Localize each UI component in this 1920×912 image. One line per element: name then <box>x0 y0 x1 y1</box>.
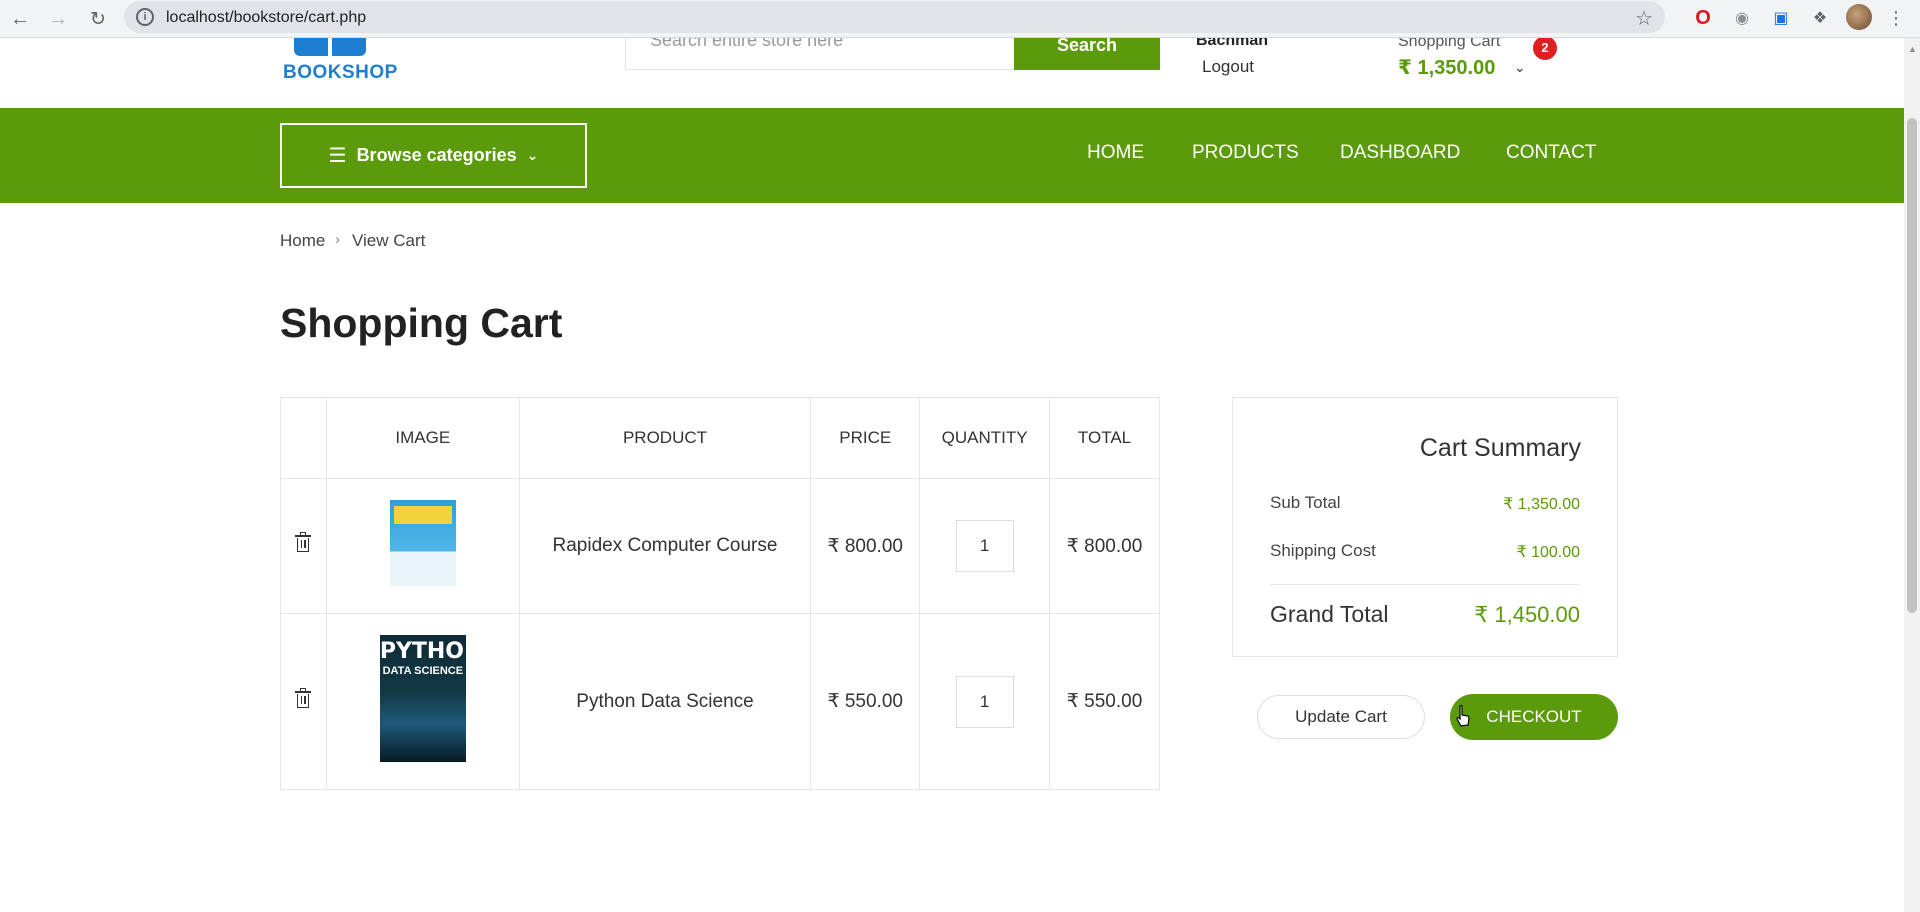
bookmark-star-icon[interactable]: ☆ <box>1635 6 1653 31</box>
logo[interactable]: BOOKSHOP <box>283 62 398 84</box>
grand-total-label: Grand Total <box>1270 601 1389 627</box>
shipping-value: ₹ 100.00 <box>1516 544 1580 561</box>
search-placeholder: Search entire store here <box>650 38 844 50</box>
sub-total-label: Sub Total <box>1270 493 1341 512</box>
nav-products[interactable]: PRODUCTS <box>1192 142 1299 164</box>
logo-book-icon[interactable] <box>294 38 366 56</box>
product-image-rapidex[interactable] <box>389 500 456 586</box>
back-icon[interactable]: ← <box>7 6 33 32</box>
cart-summary: Cart Summary Sub Total ₹ 1,350.00 Shippi… <box>1232 397 1618 657</box>
breadcrumb-current: View Cart <box>352 231 426 250</box>
image-cell <box>325 478 520 614</box>
trash-icon[interactable] <box>295 532 312 552</box>
shipping-label: Shipping Cost <box>1270 541 1376 560</box>
nav-dashboard[interactable]: DASHBOARD <box>1340 142 1460 164</box>
remove-cell <box>280 613 327 790</box>
summary-divider <box>1270 584 1580 585</box>
search-input[interactable]: Search entire store here <box>625 38 1015 70</box>
scroll-up-icon[interactable]: ▲ <box>1908 44 1917 54</box>
quantity-cell: 1 <box>919 478 1051 614</box>
table-header-row: IMAGE PRODUCT PRICE QUANTITY TOTAL <box>280 397 1160 479</box>
site-info-icon[interactable]: i <box>136 8 154 26</box>
hamburger-icon: ☰ <box>328 145 347 167</box>
chevron-down-icon[interactable]: ⌄ <box>1514 59 1526 76</box>
sub-total-value: ₹ 1,350.00 <box>1503 496 1580 513</box>
browser-menu-icon[interactable]: ⋮ <box>1885 7 1907 29</box>
quantity-input[interactable]: 1 <box>955 675 1014 728</box>
browse-categories-button[interactable]: ☰ Browse categories ⌄ <box>280 123 587 188</box>
column-header-quantity: QUANTITY <box>919 397 1051 479</box>
line-total: ₹ 550.00 <box>1049 613 1160 790</box>
quantity-cell: 1 <box>919 613 1051 790</box>
camera-extension-icon[interactable]: ◉ <box>1731 7 1753 29</box>
hand-cursor-icon <box>1456 705 1470 727</box>
nav-contact[interactable]: CONTACT <box>1506 142 1596 164</box>
extensions-puzzle-icon[interactable]: ❖ <box>1809 7 1831 29</box>
checkout-button[interactable]: CHECKOUT <box>1450 694 1618 740</box>
profile-avatar[interactable] <box>1846 4 1872 30</box>
image-cell: PYTHON DATA SCIENCE <box>325 613 520 790</box>
search-button[interactable]: Search <box>1014 38 1160 70</box>
forward-icon[interactable]: → <box>45 6 71 32</box>
breadcrumb-home[interactable]: Home <box>280 231 325 251</box>
browser-toolbar: ← → ↻ i localhost/bookstore/cart.php ☆ O… <box>0 0 1920 38</box>
user-name: Bachman <box>1196 38 1269 49</box>
column-header-product: PRODUCT <box>518 397 812 479</box>
mini-cart-amount[interactable]: ₹ 1,350.00 <box>1398 55 1495 80</box>
remove-cell <box>280 478 327 614</box>
column-header-image: IMAGE <box>325 397 520 479</box>
url-text[interactable]: localhost/bookstore/cart.php <box>166 9 366 27</box>
quantity-input[interactable]: 1 <box>955 520 1014 572</box>
table-row: PYTHON DATA SCIENCE Python Data Science … <box>280 613 1160 790</box>
cover-subtitle: DATA SCIENCE <box>382 665 464 677</box>
page-title: Shopping Cart <box>280 300 563 346</box>
chevron-down-icon: ⌄ <box>526 147 539 163</box>
grand-total-value: ₹ 1,450.00 <box>1474 602 1580 627</box>
column-header-remove <box>280 397 327 479</box>
reload-icon[interactable]: ↻ <box>85 6 111 32</box>
update-cart-button[interactable]: Update Cart <box>1257 695 1425 739</box>
opera-extension-icon[interactable]: O <box>1692 7 1714 29</box>
address-bar[interactable]: i localhost/bookstore/cart.php ☆ <box>124 1 1665 33</box>
product-name[interactable]: Python Data Science <box>518 613 812 790</box>
page-scrollbar[interactable]: ▲ <box>1904 38 1920 912</box>
column-header-total: TOTAL <box>1049 397 1160 479</box>
product-price: ₹ 550.00 <box>810 613 921 790</box>
mini-cart-label[interactable]: Shopping Cart <box>1398 38 1500 51</box>
logout-link[interactable]: Logout <box>1202 57 1254 77</box>
column-header-price: PRICE <box>810 397 921 479</box>
trash-icon[interactable] <box>295 687 312 708</box>
main-navbar: ☰ Browse categories ⌄ HOME PRODUCTS DASH… <box>0 108 1904 203</box>
summary-title: Cart Summary <box>1419 434 1581 462</box>
product-name[interactable]: Rapidex Computer Course <box>518 478 812 614</box>
scrollbar-thumb[interactable] <box>1907 118 1917 613</box>
cover-title: PYTHON <box>379 639 483 664</box>
nav-home[interactable]: HOME <box>1087 142 1144 164</box>
page-viewport: BOOKSHOP Search entire store here Search… <box>0 38 1904 912</box>
breadcrumb-chevron-icon: › <box>335 231 340 248</box>
browse-categories-label: Browse categories <box>356 145 517 165</box>
line-total: ₹ 800.00 <box>1049 478 1160 614</box>
screen-record-extension-icon[interactable]: ▣ <box>1770 7 1792 29</box>
product-image-python[interactable]: PYTHON DATA SCIENCE <box>379 635 483 762</box>
cart-count-badge: 2 <box>1533 38 1557 60</box>
table-row: Rapidex Computer Course ₹ 800.00 1 ₹ 800… <box>280 478 1160 614</box>
product-price: ₹ 800.00 <box>810 478 921 614</box>
cart-table: IMAGE PRODUCT PRICE QUANTITY TOTAL Rapid… <box>280 397 1160 790</box>
